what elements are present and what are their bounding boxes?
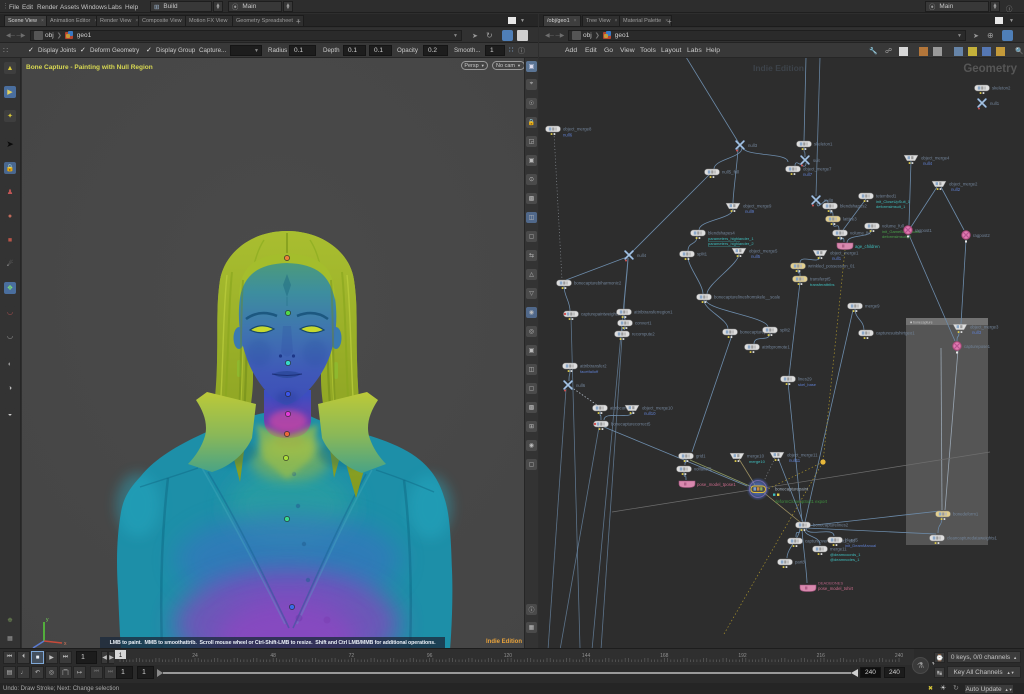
svg-text:168: 168 [660,653,669,659]
svg-text:blend5: blend5 [845,538,859,543]
svg-text:ragpost1: ragpost1 [915,228,932,233]
svg-text:cleancapturedataweights1: cleancapturedataweights1 [947,536,998,541]
svg-text:attribpromote1: attribpromote1 [762,345,790,350]
svg-text:null10: null10 [644,411,656,416]
svg-text:null3: null3 [748,143,758,148]
svg-text:skeleton1: skeleton1 [814,142,833,147]
svg-text:144: 144 [582,653,591,659]
svg-text:object_merge8: object_merge8 [563,127,592,132]
svg-text:capturesuitshirtgeo1: capturesuitshirtgeo1 [876,331,915,336]
svg-text:suit: suit [813,158,820,163]
svg-text:grid1: grid1 [696,454,706,459]
svg-text:null2: null2 [951,187,961,192]
svg-text:192: 192 [738,653,747,659]
svg-text:blendshapes2: blendshapes2 [840,204,867,209]
svg-text:merge9: merge9 [865,304,880,309]
svg-text:object_merge11: object_merge11 [787,453,818,458]
svg-text:null4: null4 [923,161,933,166]
svg-text:null8: null8 [824,198,834,203]
svg-text:object_merge2: object_merge2 [949,182,978,187]
svg-text:24: 24 [192,653,198,659]
svg-text:capturepaintweights2: capturepaintweights2 [581,312,622,317]
svg-text:bonedeform1: bonedeform1 [953,512,979,517]
svg-text:bonecapturebiharmonic2: bonecapturebiharmonic2 [574,281,622,286]
svg-text:facetfalloff: facetfalloff [580,369,599,374]
svg-text:merge11: merge11 [830,547,847,552]
svg-text:deformsimsuit_1: deformsimsuit_1 [876,204,906,209]
svg-text:tetembed1: tetembed1 [876,194,897,199]
svg-text:null3: null3 [972,330,982,335]
svg-text:null5_full: null5_full [722,170,739,175]
svg-text:72: 72 [349,653,355,659]
svg-text:transferpt5: transferpt5 [810,277,831,282]
svg-text:@deamnodes_1: @deamnodes_1 [830,557,860,562]
svg-text:transferattribs: transferattribs [810,282,834,287]
svg-text:bonecapturecorrect5: bonecapturecorrect5 [611,422,651,427]
svg-text:DEADBONES: DEADBONES [818,581,843,586]
svg-text:init_DeamManual: init_DeamManual [845,543,876,548]
svg-text:null1: null1 [990,101,1000,106]
svg-text:skel_base: skel_base [798,382,817,387]
svg-text:recompute2: recompute2 [632,332,655,337]
svg-text:bonecapturelinesfromskele__sca: bonecapturelinesfromskele__scale [714,295,781,300]
svg-text:bonecapturelines2: bonecapturelines2 [813,523,849,528]
svg-text:■ bonecapture: ■ bonecapture [910,321,933,325]
svg-text:lattice3: lattice3 [843,217,857,222]
svg-text:null4: null4 [637,253,647,258]
svg-text:object_merge7: object_merge7 [803,167,832,172]
svg-text:volfalloff1: volfalloff1 [694,467,713,472]
svg-text:pose_model_tshirt: pose_model_tshirt [818,586,854,591]
svg-text:object_merge1: object_merge1 [830,251,859,256]
svg-text:part8: part8 [795,560,805,565]
svg-text:pose_model_tpose1: pose_model_tpose1 [697,482,736,487]
svg-text:120: 120 [504,653,513,659]
svg-text:age_children: age_children [855,244,880,249]
svg-text:240: 240 [895,653,904,659]
svg-text:object_merge10: object_merge10 [642,406,673,411]
svg-text:lines29: lines29 [798,377,812,382]
svg-text:object_merge5: object_merge5 [749,249,778,254]
svg-text:object_merge3: object_merge3 [970,325,999,330]
svg-text:null6: null6 [563,133,573,138]
svg-text:null9: null9 [745,209,755,214]
svg-text:216: 216 [817,653,826,659]
svg-text:attribtransfer2: attribtransfer2 [580,364,607,369]
svg-text:volume_fix: volume_fix [850,231,871,236]
svg-text:merge10: merge10 [747,454,765,459]
svg-text:split1: split1 [697,252,708,257]
svg-text:blendshapes4: blendshapes4 [708,231,735,236]
svg-text:attribtransferregion1: attribtransferregion1 [634,310,673,315]
svg-text:object_merge4: object_merge4 [921,156,950,161]
svg-text:capturepose1: capturepose1 [964,344,991,349]
svg-text:null5: null5 [751,254,761,259]
svg-text:null11: null11 [789,458,801,463]
svg-text:wrinkled_possession_01: wrinkled_possession_01 [808,264,855,269]
svg-text:volume_full: volume_full [882,224,904,229]
svg-text:null6: null6 [576,383,586,388]
svg-text:merge10: merge10 [749,459,766,464]
svg-text:skeleton2: skeleton2 [992,86,1011,91]
svg-text:convert1: convert1 [635,321,652,326]
svg-text:ragpost2: ragpost2 [973,233,990,238]
svg-text:96: 96 [427,653,433,659]
svg-text:null1: null1 [832,256,842,261]
svg-text:split2: split2 [780,328,791,333]
svg-text:object_merge9: object_merge9 [743,204,772,209]
svg-text:deformCloseupSuit1 export: deformCloseupSuit1 export [775,499,828,504]
svg-text:null7: null7 [803,172,813,177]
svg-text:48: 48 [270,653,276,659]
svg-text:bonecapturepaint: bonecapturepaint [775,487,809,492]
